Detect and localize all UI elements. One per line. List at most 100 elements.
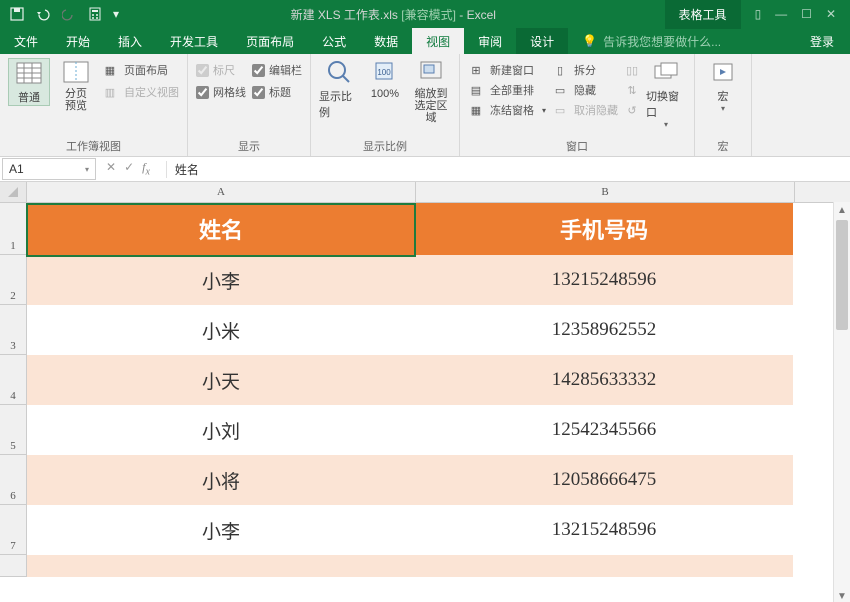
ribbon-tabs: 文件 开始 插入 开发工具 页面布局 公式 数据 视图 审阅 设计 💡 告诉我您…	[0, 28, 850, 54]
macros-button[interactable]: 宏 ▾	[703, 58, 743, 113]
row-header-7[interactable]: 7	[0, 505, 27, 555]
column-header-B[interactable]: B	[416, 182, 795, 202]
scroll-thumb[interactable]	[836, 220, 848, 330]
switch-window-button[interactable]: 切换窗口 ▾	[646, 58, 686, 129]
save-icon[interactable]	[6, 3, 28, 25]
cell-A4[interactable]: 小天	[27, 355, 415, 405]
cell-A1[interactable]: 姓名	[27, 203, 415, 255]
maximize-icon[interactable]: ☐	[801, 7, 812, 21]
login-button[interactable]: 登录	[794, 28, 850, 54]
zoom-button[interactable]: 显示比例	[319, 58, 359, 120]
sync-scroll-button: ⇅	[624, 82, 640, 98]
cell-B2[interactable]: 13215248596	[415, 255, 793, 305]
split-icon: ▯	[552, 62, 568, 78]
qat-calc-icon[interactable]	[84, 3, 106, 25]
qat-customize-icon[interactable]: ▾	[110, 3, 122, 25]
cell-A3[interactable]: 小米	[27, 305, 415, 355]
close-icon[interactable]: ✕	[826, 7, 836, 21]
cancel-formula-icon[interactable]: ✕	[106, 160, 116, 177]
tab-developer[interactable]: 开发工具	[156, 28, 232, 54]
side-by-side-icon: ▯▯	[624, 62, 640, 78]
normal-view-button[interactable]: 普通	[8, 58, 50, 106]
tab-insert[interactable]: 插入	[104, 28, 156, 54]
formula-bar-checkbox[interactable]: 编辑栏	[252, 62, 302, 78]
group-label-window: 窗口	[468, 135, 686, 156]
tab-view[interactable]: 视图	[412, 28, 464, 54]
group-label-zoom: 显示比例	[319, 135, 451, 156]
cell-B1[interactable]: 手机号码	[415, 203, 793, 255]
macros-icon	[709, 58, 737, 86]
hide-button[interactable]: ▭隐藏	[552, 82, 618, 98]
page-layout-button[interactable]: ▦页面布局	[102, 62, 179, 78]
freeze-panes-button[interactable]: ▦冻结窗格▾	[468, 102, 546, 118]
tab-home[interactable]: 开始	[52, 28, 104, 54]
split-button[interactable]: ▯拆分	[552, 62, 618, 78]
normal-view-icon	[15, 59, 43, 87]
redo-icon[interactable]	[58, 3, 80, 25]
vertical-scrollbar[interactable]: ▲ ▼	[833, 202, 850, 602]
worksheet-area: A B 1 姓名 手机号码 2 小李13215248596 3 小米123589…	[0, 182, 850, 602]
row-header-8[interactable]	[0, 555, 27, 577]
scroll-down-icon[interactable]: ▼	[834, 588, 850, 602]
zoom-label: 显示比例	[319, 88, 359, 120]
arrange-all-icon: ▤	[468, 82, 484, 98]
row-header-4[interactable]: 4	[0, 355, 27, 405]
hide-icon: ▭	[552, 82, 568, 98]
cell-A8[interactable]	[27, 555, 415, 577]
cell-B5[interactable]: 12542345566	[415, 405, 793, 455]
tab-file[interactable]: 文件	[0, 28, 52, 54]
new-window-button[interactable]: ⊞新建窗口	[468, 62, 546, 78]
undo-icon[interactable]	[32, 3, 54, 25]
group-label-workbook-views: 工作簿视图	[8, 135, 179, 156]
cell-A2[interactable]: 小李	[27, 255, 415, 305]
cell-B3[interactable]: 12358962552	[415, 305, 793, 355]
tab-data[interactable]: 数据	[360, 28, 412, 54]
switch-window-icon	[652, 58, 680, 86]
new-window-icon: ⊞	[468, 62, 484, 78]
custom-view-button[interactable]: ▥自定义视图	[102, 84, 179, 100]
tell-me-search[interactable]: 💡 告诉我您想要做什么...	[568, 28, 794, 54]
app-name: Excel	[467, 8, 496, 22]
grid-rows: 1 姓名 手机号码 2 小李13215248596 3 小米1235896255…	[0, 203, 850, 577]
tab-design[interactable]: 设计	[516, 28, 568, 54]
zoom-selection-button[interactable]: 缩放到选定区域	[411, 58, 451, 124]
tab-pagelayout[interactable]: 页面布局	[232, 28, 308, 54]
tab-formulas[interactable]: 公式	[308, 28, 360, 54]
ribbon-options-icon[interactable]: ▯	[755, 7, 762, 21]
switch-window-label: 切换窗口	[646, 88, 686, 120]
insert-function-icon[interactable]: fx	[142, 160, 156, 177]
cell-B6[interactable]: 12058666475	[415, 455, 793, 505]
row-header-5[interactable]: 5	[0, 405, 27, 455]
group-label-show: 显示	[196, 135, 302, 156]
name-box[interactable]: A1 ▾	[2, 158, 96, 180]
formula-input[interactable]: 姓名	[166, 161, 850, 178]
minimize-icon[interactable]: —	[775, 7, 787, 21]
cell-A5[interactable]: 小刘	[27, 405, 415, 455]
gridlines-checkbox[interactable]: 网格线	[196, 84, 246, 100]
name-box-value: A1	[9, 162, 24, 176]
cell-A7[interactable]: 小李	[27, 505, 415, 555]
arrange-all-button[interactable]: ▤全部重排	[468, 82, 546, 98]
zoom-100-label: 100%	[371, 88, 399, 100]
contextual-tab-label: 表格工具	[665, 0, 741, 29]
select-all-corner[interactable]	[0, 182, 27, 202]
row-header-6[interactable]: 6	[0, 455, 27, 505]
cell-A6[interactable]: 小将	[27, 455, 415, 505]
zoom-100-button[interactable]: 100 100%	[365, 58, 405, 100]
row-header-2[interactable]: 2	[0, 255, 27, 305]
row-header-3[interactable]: 3	[0, 305, 27, 355]
page-break-icon	[62, 58, 90, 86]
row-header-1[interactable]: 1	[0, 203, 27, 255]
view-side-by-side-button: ▯▯	[624, 62, 640, 78]
enter-formula-icon[interactable]: ✓	[124, 160, 134, 177]
column-header-A[interactable]: A	[27, 182, 416, 202]
cell-B8[interactable]	[415, 555, 793, 577]
compat-mode: [兼容模式]	[401, 8, 456, 22]
zoom-100-icon: 100	[371, 58, 399, 86]
page-break-preview-button[interactable]: 分页预览	[56, 58, 96, 112]
cell-B4[interactable]: 14285633332	[415, 355, 793, 405]
scroll-up-icon[interactable]: ▲	[834, 202, 850, 218]
cell-B7[interactable]: 13215248596	[415, 505, 793, 555]
tab-review[interactable]: 审阅	[464, 28, 516, 54]
headings-checkbox[interactable]: 标题	[252, 84, 302, 100]
